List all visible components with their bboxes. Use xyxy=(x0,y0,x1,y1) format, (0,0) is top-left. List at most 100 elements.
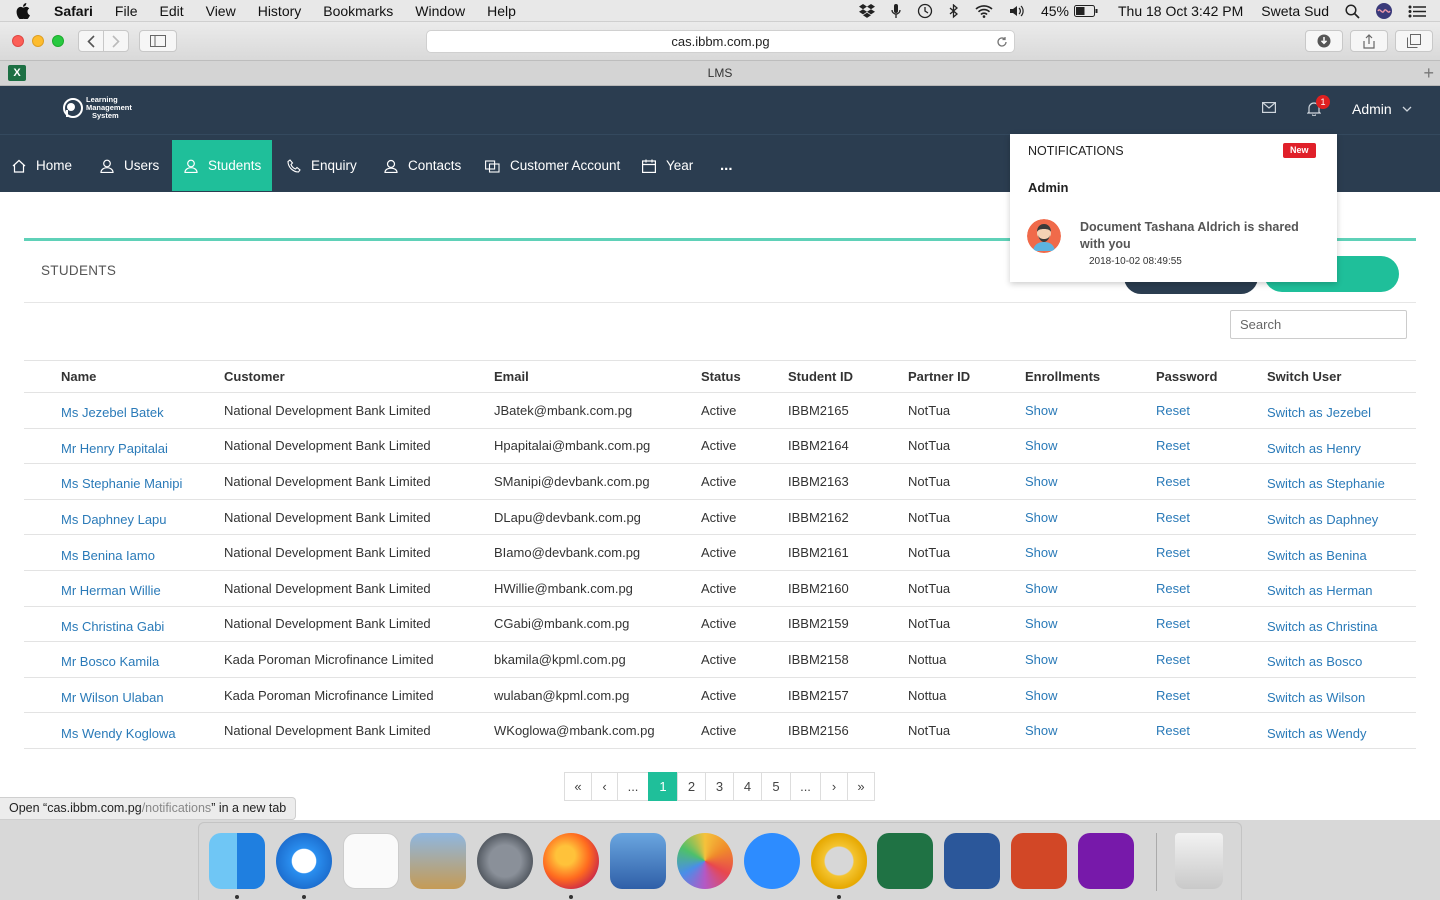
page-2-button[interactable]: 2 xyxy=(677,772,706,801)
admin-user-menu[interactable]: Admin xyxy=(1352,101,1412,117)
col-header-password[interactable]: Password xyxy=(1156,360,1267,393)
word-icon[interactable] xyxy=(944,833,1000,889)
preview-icon[interactable] xyxy=(410,833,466,889)
minimize-window-button[interactable] xyxy=(32,35,44,47)
notification-center-icon[interactable] xyxy=(1400,5,1440,18)
student-name-link[interactable]: Ms Christina Gabi xyxy=(24,606,224,643)
page-prev-button[interactable]: ‹ xyxy=(591,772,618,801)
battery-status[interactable]: 45% xyxy=(1033,3,1106,19)
microphone-icon[interactable] xyxy=(883,3,909,19)
switch-user-link[interactable]: Switch as Daphney xyxy=(1267,499,1416,536)
new-tab-button[interactable]: + xyxy=(1423,63,1434,84)
wifi-icon[interactable] xyxy=(967,4,1001,18)
nav-item-home[interactable]: Home xyxy=(12,140,72,191)
col-header-name[interactable]: Name xyxy=(24,360,224,393)
downloads-button[interactable] xyxy=(1305,30,1343,52)
show-enrollments-link[interactable]: Show xyxy=(1025,499,1156,536)
mail-icon[interactable] xyxy=(1262,102,1276,113)
finder-icon[interactable] xyxy=(209,833,265,889)
tabs-overview-button[interactable] xyxy=(1395,30,1433,52)
page-ellipsis-right[interactable]: ... xyxy=(790,772,821,801)
back-button[interactable] xyxy=(78,30,104,52)
show-enrollments-link[interactable]: Show xyxy=(1025,606,1156,643)
tab-lms[interactable]: LMS xyxy=(0,66,1440,80)
sidebar-toggle-button[interactable] xyxy=(139,30,177,52)
student-name-link[interactable]: Mr Bosco Kamila xyxy=(24,641,224,678)
share-button[interactable] xyxy=(1350,30,1388,52)
menu-app-safari[interactable]: Safari xyxy=(42,3,104,19)
search-input[interactable] xyxy=(1230,310,1407,339)
student-name-link[interactable]: Mr Henry Papitalai xyxy=(24,428,224,465)
address-bar[interactable]: cas.ibbm.com.pg xyxy=(426,30,1015,53)
nav-item-contacts[interactable]: Contacts xyxy=(384,140,461,191)
trash-icon[interactable] xyxy=(1175,833,1223,889)
menu-view[interactable]: View xyxy=(195,3,247,19)
show-enrollments-link[interactable]: Show xyxy=(1025,392,1156,429)
excel-icon[interactable] xyxy=(877,833,933,889)
launchpad-icon[interactable] xyxy=(477,833,533,889)
menu-window[interactable]: Window xyxy=(404,3,476,19)
bluetooth-icon[interactable] xyxy=(941,3,967,19)
col-header-email[interactable]: Email xyxy=(494,360,701,393)
switch-user-link[interactable]: Switch as Wendy xyxy=(1267,712,1416,749)
reset-password-link[interactable]: Reset xyxy=(1156,606,1267,643)
reset-password-link[interactable]: Reset xyxy=(1156,570,1267,607)
powerpoint-icon[interactable] xyxy=(1011,833,1067,889)
reset-password-link[interactable]: Reset xyxy=(1156,534,1267,571)
nav-item-customer-account[interactable]: Customer Account xyxy=(485,140,620,191)
apple-icon[interactable] xyxy=(16,2,42,19)
lms-logo[interactable]: Learning Management System xyxy=(62,96,132,120)
col-header-switch-user[interactable]: Switch User xyxy=(1267,360,1416,393)
reset-password-link[interactable]: Reset xyxy=(1156,463,1267,500)
menu-file[interactable]: File xyxy=(104,3,149,19)
page-ellipsis-left[interactable]: ... xyxy=(617,772,649,801)
reset-password-link[interactable]: Reset xyxy=(1156,641,1267,678)
page-5-button[interactable]: 5 xyxy=(761,772,791,801)
volume-icon[interactable] xyxy=(1001,4,1033,18)
show-enrollments-link[interactable]: Show xyxy=(1025,463,1156,500)
reset-password-link[interactable]: Reset xyxy=(1156,392,1267,429)
time-machine-icon[interactable] xyxy=(909,3,941,19)
switch-user-link[interactable]: Switch as Wilson xyxy=(1267,677,1416,714)
show-enrollments-link[interactable]: Show xyxy=(1025,677,1156,714)
dropbox-icon[interactable] xyxy=(851,4,883,18)
col-header-enrollments[interactable]: Enrollments xyxy=(1025,360,1156,393)
col-header-student-id[interactable]: Student ID xyxy=(788,360,908,393)
menu-edit[interactable]: Edit xyxy=(148,3,194,19)
menu-history[interactable]: History xyxy=(247,3,313,19)
screen-share-icon[interactable] xyxy=(610,833,666,889)
reload-icon[interactable] xyxy=(996,36,1008,48)
forward-button[interactable] xyxy=(103,30,129,52)
zoom-icon[interactable] xyxy=(744,833,800,889)
student-name-link[interactable]: Ms Wendy Koglowa xyxy=(24,712,224,749)
student-name-link[interactable]: Mr Wilson Ulaban xyxy=(24,677,224,714)
page-1-button[interactable]: 1 xyxy=(648,772,678,801)
spotlight-icon[interactable] xyxy=(1337,3,1368,19)
menu-bookmarks[interactable]: Bookmarks xyxy=(312,3,404,19)
switch-user-link[interactable]: Switch as Stephanie xyxy=(1267,463,1416,500)
page-first-button[interactable]: « xyxy=(564,772,592,801)
safari-icon[interactable] xyxy=(276,833,332,889)
siri-icon[interactable] xyxy=(1368,3,1400,19)
reset-password-link[interactable]: Reset xyxy=(1156,677,1267,714)
nav-item-users[interactable]: Users xyxy=(100,140,159,191)
zoom-window-button[interactable] xyxy=(52,35,64,47)
nav-item-students[interactable]: Students xyxy=(172,140,272,191)
student-name-link[interactable]: Ms Jezebel Batek xyxy=(24,392,224,429)
page-4-button[interactable]: 4 xyxy=(733,772,762,801)
reset-password-link[interactable]: Reset xyxy=(1156,712,1267,749)
show-enrollments-link[interactable]: Show xyxy=(1025,534,1156,571)
show-enrollments-link[interactable]: Show xyxy=(1025,712,1156,749)
firefox-icon[interactable] xyxy=(543,833,599,889)
col-header-partner-id[interactable]: Partner ID xyxy=(908,360,1025,393)
student-name-link[interactable]: Ms Stephanie Manipi xyxy=(24,463,224,500)
reset-password-link[interactable]: Reset xyxy=(1156,428,1267,465)
nav-item-year[interactable]: Year xyxy=(642,140,693,191)
col-header-customer[interactable]: Customer xyxy=(224,360,494,393)
switch-user-link[interactable]: Switch as Henry xyxy=(1267,428,1416,465)
student-name-link[interactable]: Ms Daphney Lapu xyxy=(24,499,224,536)
notification-message[interactable]: Document Tashana Aldrich is shared with … xyxy=(1080,219,1320,253)
switch-user-link[interactable]: Switch as Herman xyxy=(1267,570,1416,607)
student-name-link[interactable]: Mr Herman Willie xyxy=(24,570,224,607)
student-name-link[interactable]: Ms Benina Iamo xyxy=(24,534,224,571)
